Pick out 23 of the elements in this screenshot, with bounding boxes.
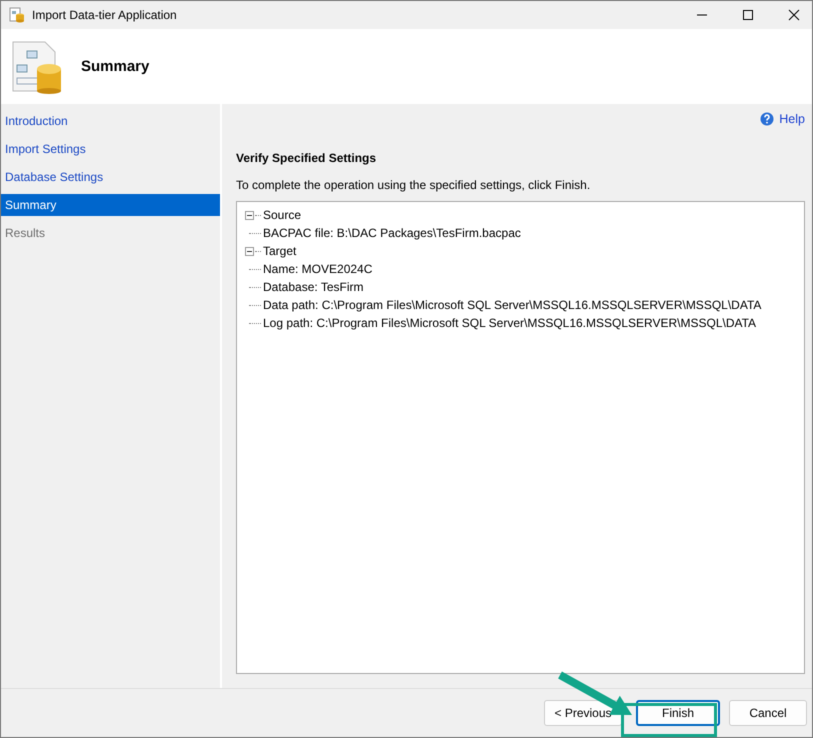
- window-title: Import Data-tier Application: [32, 8, 177, 22]
- page-title: Summary: [81, 58, 150, 75]
- help-icon: [760, 112, 774, 126]
- tree-node[interactable]: Source: [263, 208, 302, 222]
- nav-item[interactable]: Import Settings: [1, 138, 220, 160]
- description-text: To complete the operation using the specified settings, click Finish.: [236, 178, 592, 192]
- app-icon: [9, 7, 25, 23]
- tree-node[interactable]: Target: [263, 244, 296, 258]
- maximize-icon[interactable]: [742, 9, 754, 21]
- tree-node[interactable]: BACPAC file: B:\DAC Packages\TesFirm.bacpac: [263, 226, 521, 240]
- collapse-icon[interactable]: [245, 246, 254, 256]
- tree-node[interactable]: Name: MOVE2024C: [263, 262, 372, 276]
- nav-item[interactable]: Introduction: [1, 110, 220, 132]
- dialog-button[interactable]: Cancel: [729, 700, 807, 726]
- nav-item[interactable]: Database Settings: [1, 166, 220, 188]
- section-heading: Verify Specified Settings: [236, 151, 378, 165]
- nav-item[interactable]: Summary: [1, 194, 220, 216]
- collapse-icon[interactable]: [245, 210, 254, 220]
- close-icon[interactable]: [788, 9, 800, 21]
- help-link[interactable]: Help: [760, 109, 805, 129]
- tree-node[interactable]: Data path: C:\Program Files\Microsoft SQL Server\MSSQL16.MSSQLSERVER\MSSQL\DATA: [263, 298, 762, 312]
- tree-node[interactable]: Database: TesFirm: [263, 280, 364, 294]
- tree-node[interactable]: Log path: C:\Program Files\Microsoft SQL Server\MSSQL16.MSSQLSERVER\MSSQL\DATA: [263, 316, 756, 330]
